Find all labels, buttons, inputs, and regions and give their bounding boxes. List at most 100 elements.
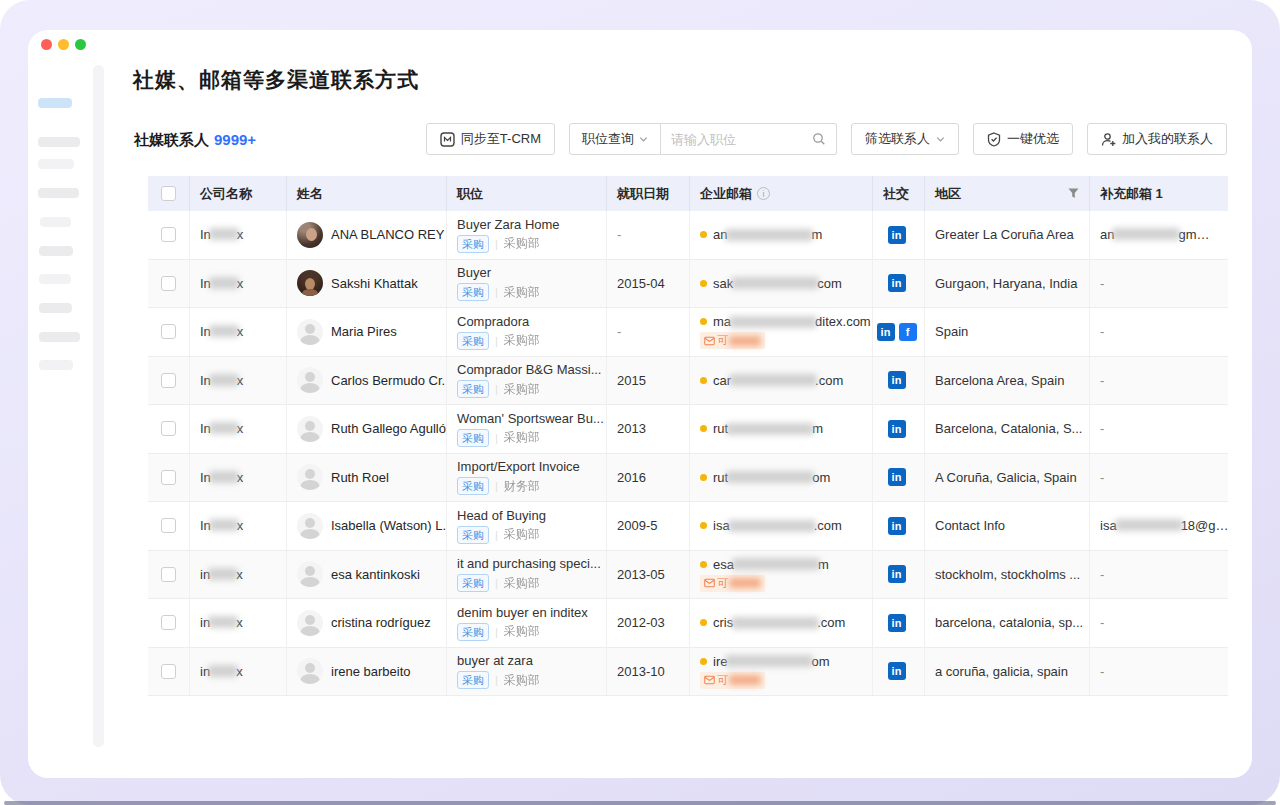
facebook-icon[interactable]: f [899, 323, 917, 341]
company-cell: Inx [190, 308, 287, 356]
name-cell: ANA BLANCO REY [287, 211, 447, 259]
sidebar-item[interactable] [39, 246, 73, 256]
sidebar-item-active[interactable] [38, 98, 72, 108]
add-to-my-contacts-button[interactable]: 加入我的联系人 [1087, 123, 1227, 155]
sidebar-item[interactable] [38, 159, 74, 169]
filter-contacts-button[interactable]: 筛选联系人 [851, 123, 959, 155]
email-status-dot [700, 474, 707, 481]
email-cell: cris.com [690, 599, 873, 647]
linkedin-icon[interactable]: in [888, 274, 906, 292]
search-icon[interactable] [812, 132, 826, 146]
row-select-cell [148, 405, 190, 453]
sidebar-item[interactable] [40, 217, 71, 227]
redacted-company-text [209, 374, 239, 386]
tag-separator: | [495, 529, 498, 541]
row-checkbox[interactable] [161, 276, 176, 291]
row-checkbox[interactable] [161, 227, 176, 242]
linkedin-icon[interactable]: in [888, 517, 906, 535]
row-checkbox[interactable] [161, 567, 176, 582]
linkedin-icon[interactable]: in [888, 565, 906, 583]
table-row: Inx Ruth Roel Import/Export Invoice 采购 |… [148, 454, 1228, 503]
linkedin-icon[interactable]: in [888, 662, 906, 680]
linkedin-icon[interactable]: in [877, 323, 895, 341]
linkedin-icon[interactable]: in [888, 371, 906, 389]
maximize-window-icon[interactable] [75, 39, 86, 50]
chevron-down-icon [936, 135, 945, 144]
linkedin-icon[interactable]: in [888, 468, 906, 486]
column-header-label: 姓名 [297, 185, 323, 203]
table-header-row: 公司名称姓名职位就职日期企业邮箱i社交地区补充邮箱 1 [148, 176, 1228, 211]
company-cell: Inx [190, 211, 287, 259]
sidebar-item[interactable] [39, 360, 73, 370]
t-crm-icon [440, 132, 455, 147]
start-date-cell: - [607, 211, 690, 259]
position-title: Buyer Zara Home [457, 217, 596, 232]
table-row: Inx Maria Pires Compradora 采购 | 采购部 - ma… [148, 308, 1228, 357]
sidebar-item[interactable] [39, 274, 71, 284]
email-status-dot [700, 619, 707, 626]
position-cell: Buyer 采购 | 采购部 [447, 260, 607, 308]
avatar [297, 658, 323, 684]
row-checkbox[interactable] [161, 518, 176, 533]
sidebar-item[interactable] [39, 332, 80, 342]
row-checkbox[interactable] [161, 664, 176, 679]
redacted-company-text [209, 519, 239, 531]
start-date: - [617, 324, 679, 339]
badge-icon [987, 132, 1001, 147]
extra-email-cell: - [1090, 357, 1228, 405]
column-header: 就职日期 [607, 176, 690, 211]
row-checkbox[interactable] [161, 615, 176, 630]
start-date: 2015 [617, 373, 679, 388]
sidebar-divider [93, 65, 104, 747]
table-row: inx irene barbeito buyer at zara 采购 | 采购… [148, 648, 1228, 697]
row-select-cell [148, 357, 190, 405]
position-search-box [661, 123, 837, 155]
column-header: 企业邮箱i [690, 176, 873, 211]
row-checkbox[interactable] [161, 324, 176, 339]
company-cell: Inx [190, 454, 287, 502]
redacted-email-text [725, 229, 813, 241]
column-header: 社交 [873, 176, 925, 211]
linkedin-icon[interactable]: in [888, 420, 906, 438]
extra-email-cell: - [1090, 308, 1228, 356]
sidebar-item[interactable] [38, 188, 79, 198]
minimize-window-icon[interactable] [58, 39, 69, 50]
filter-icon[interactable] [1068, 188, 1079, 199]
position-query-dropdown[interactable]: 职位查询 [569, 123, 661, 155]
start-date-cell: 2015-04 [607, 260, 690, 308]
position-title: Woman' Sportswear Bu... [457, 411, 596, 426]
select-all-checkbox[interactable] [161, 186, 176, 201]
start-date: 2013 [617, 421, 679, 436]
purchasing-tag: 采购 [457, 429, 489, 447]
linkedin-icon[interactable]: in [888, 614, 906, 632]
purchasing-tag: 采购 [457, 380, 489, 398]
region: barcelona, catalonia, sp... [935, 615, 1079, 630]
one-click-select-button[interactable]: 一键优选 [973, 123, 1073, 155]
info-icon[interactable]: i [757, 187, 770, 200]
close-window-icon[interactable] [41, 39, 52, 50]
name-cell: Sakshi Khattak [287, 260, 447, 308]
avatar [297, 367, 323, 393]
email-status-dot [700, 377, 707, 384]
position-search-input[interactable] [671, 132, 812, 147]
sidebar-item[interactable] [39, 303, 72, 313]
sync-to-crm-button[interactable]: 同步至T-CRM [426, 123, 555, 155]
department-tag: 采购部 [504, 623, 540, 640]
start-date: - [617, 227, 679, 242]
column-header: 公司名称 [190, 176, 287, 211]
start-date-cell: 2013-10 [607, 648, 690, 696]
row-checkbox[interactable] [161, 421, 176, 436]
row-checkbox[interactable] [161, 373, 176, 388]
email-status-dot [700, 425, 707, 432]
contact-name: Ruth Roel [331, 470, 389, 485]
sidebar-item[interactable] [38, 137, 80, 147]
start-date: 2013-05 [617, 567, 679, 582]
extra-email-cell: - [1090, 648, 1228, 696]
purchasing-tag: 采购 [457, 671, 489, 689]
name-cell: Maria Pires [287, 308, 447, 356]
department-tag: 采购部 [504, 575, 540, 592]
position-title: Head of Buying [457, 508, 596, 523]
linkedin-icon[interactable]: in [888, 226, 906, 244]
row-checkbox[interactable] [161, 470, 176, 485]
start-date: 2012-03 [617, 615, 679, 630]
